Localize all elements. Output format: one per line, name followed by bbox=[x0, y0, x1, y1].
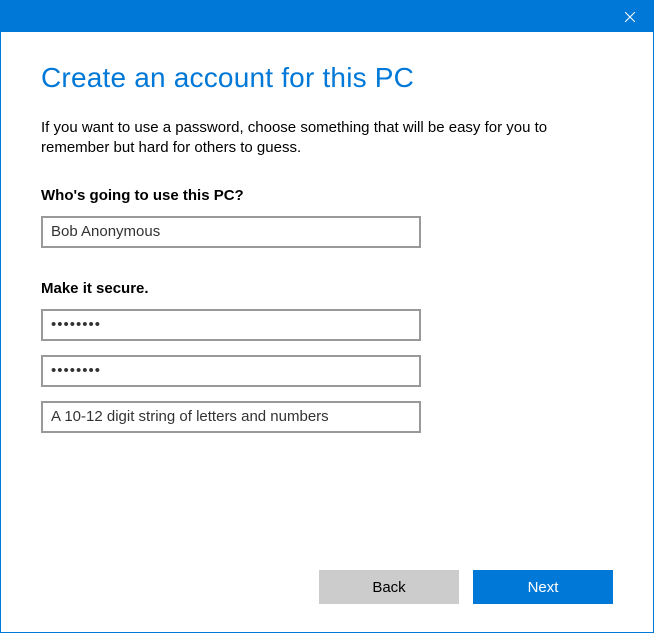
username-label: Who's going to use this PC? bbox=[41, 187, 613, 204]
close-button[interactable] bbox=[607, 1, 653, 32]
spacer bbox=[41, 447, 613, 551]
password-input[interactable] bbox=[41, 309, 421, 341]
close-icon bbox=[625, 12, 635, 22]
page-description: If you want to use a password, choose so… bbox=[41, 118, 613, 159]
next-button[interactable]: Next bbox=[473, 570, 613, 604]
confirm-password-input[interactable] bbox=[41, 355, 421, 387]
username-input[interactable] bbox=[41, 216, 421, 248]
dialog-window: Create an account for this PC If you wan… bbox=[0, 0, 654, 633]
titlebar bbox=[1, 1, 653, 32]
page-title: Create an account for this PC bbox=[41, 62, 613, 94]
content-area: Create an account for this PC If you wan… bbox=[1, 32, 653, 570]
footer: Back Next bbox=[1, 570, 653, 632]
password-hint-input[interactable] bbox=[41, 401, 421, 433]
security-label: Make it secure. bbox=[41, 280, 613, 297]
back-button[interactable]: Back bbox=[319, 570, 459, 604]
